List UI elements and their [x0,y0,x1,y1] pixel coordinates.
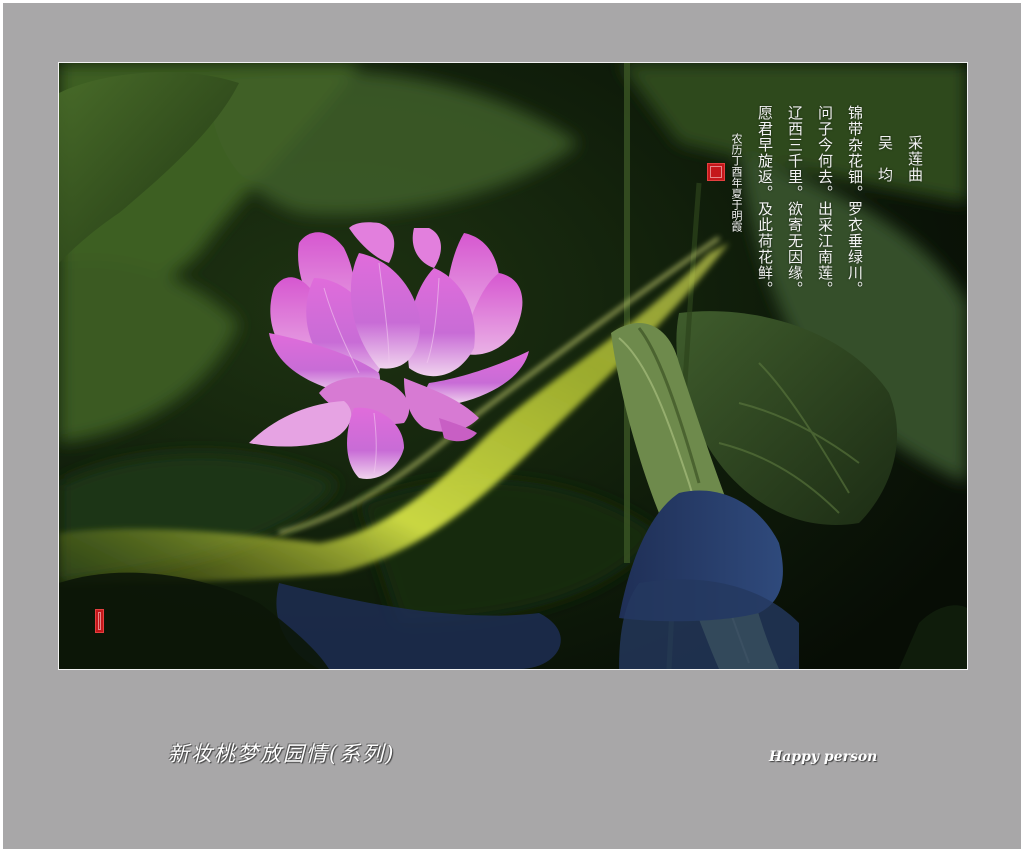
poem-author: 吴 均 [876,135,894,188]
red-seal-stamp-small [95,609,104,633]
poem-line-3: 辽西三千里。欲寄无因缘。 [786,105,804,297]
poem-line-1: 锦带杂花钿。罗衣垂绿川。 [846,105,864,297]
lotus-photo: 采莲曲 吴 均 锦带杂花钿。罗衣垂绿川。 问子今何去。出采江南莲。 辽西三千里。… [58,62,968,670]
poem-inscription: 农历丁酉年夏于明霞 [730,133,743,232]
signature: Happy person [769,749,878,765]
poem-line-2: 问子今何去。出采江南莲。 [816,105,834,297]
poem-line-4: 愿君早旋返。及此荷花鲜。 [756,105,774,297]
poem-title: 采莲曲 [906,135,924,183]
series-title: 新妆桃梦放园情(系列) [168,742,396,766]
red-seal-stamp [707,163,725,181]
